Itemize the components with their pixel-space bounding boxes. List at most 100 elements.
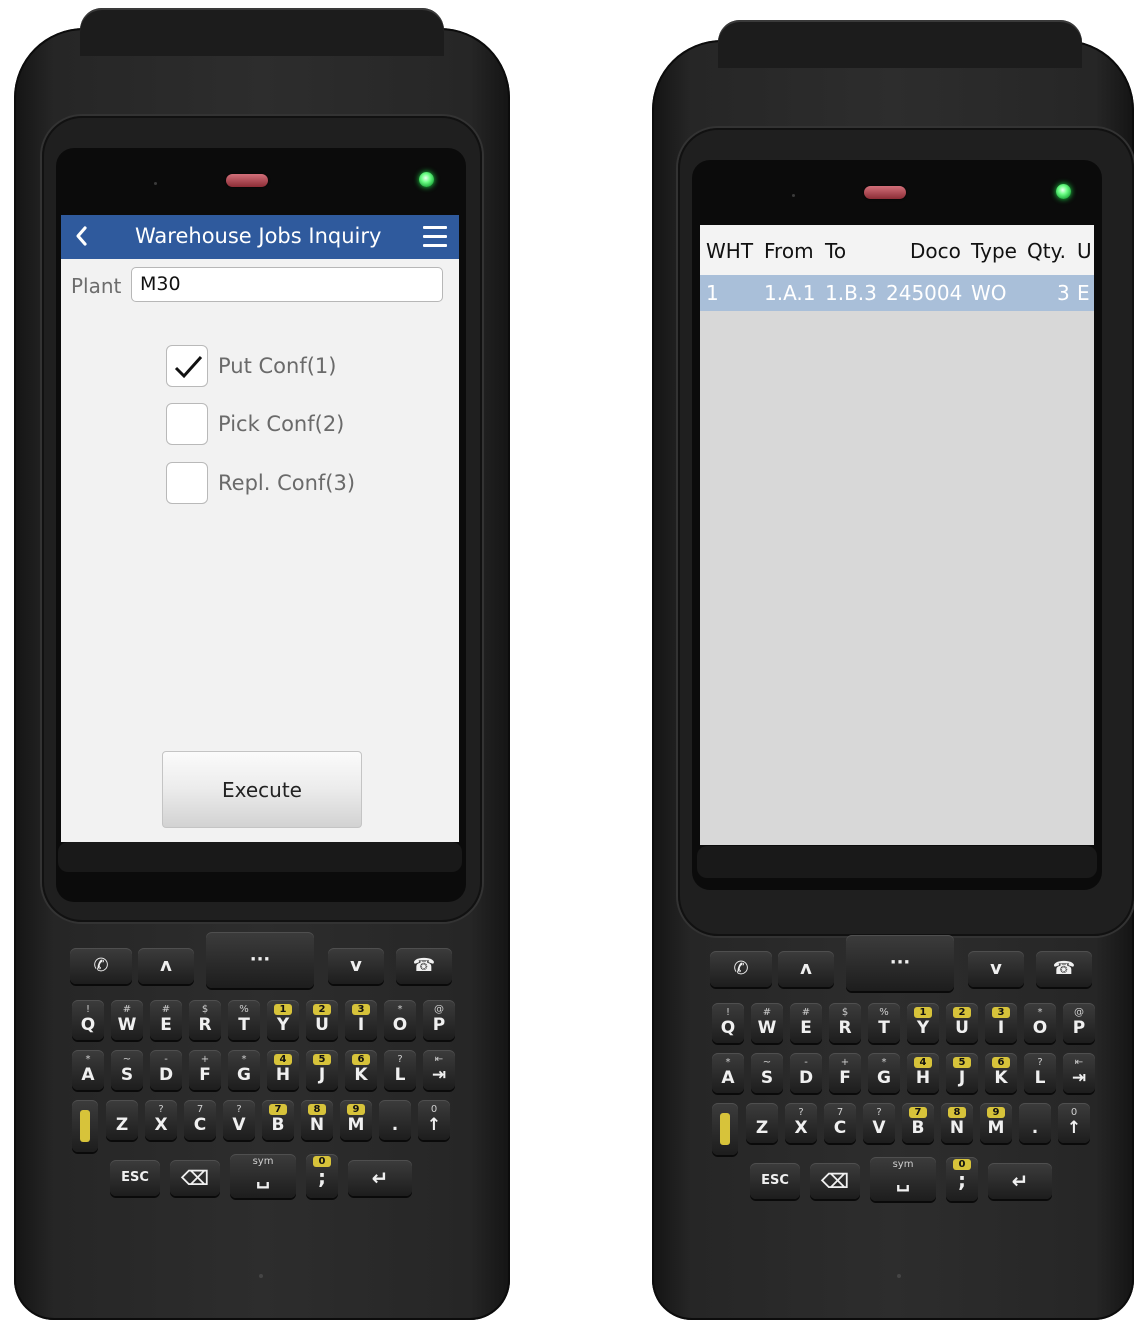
enter-key[interactable]: ↵ — [988, 1163, 1052, 1199]
key-l[interactable]: ? L — [384, 1050, 416, 1090]
back-icon[interactable] — [71, 222, 91, 250]
pick-conf-checkbox[interactable] — [166, 403, 208, 445]
key-g[interactable]: * G — [228, 1050, 260, 1090]
key-sym28[interactable]: 0 ↑ — [418, 1100, 450, 1140]
end-call-icon[interactable]: ☎ — [396, 948, 452, 984]
key-c[interactable]: 7C — [824, 1103, 856, 1143]
key-u[interactable]: 2U — [306, 1000, 338, 1040]
plant-input[interactable]: M30 — [131, 267, 443, 302]
key-n[interactable]: 8N — [941, 1103, 973, 1143]
right-down-icon[interactable]: v — [328, 948, 384, 984]
key-p[interactable]: @ P — [423, 1000, 455, 1040]
key-b[interactable]: 7B — [902, 1103, 934, 1143]
key-d[interactable]: -D — [790, 1053, 822, 1093]
center-nav-key[interactable]: ··· — [206, 932, 314, 988]
key-i[interactable]: 3I — [345, 1000, 377, 1040]
space-key[interactable]: sym ␣ — [870, 1157, 936, 1201]
key-q[interactable]: ! Q — [712, 1003, 744, 1043]
execute-button[interactable]: Execute — [162, 751, 362, 828]
column-header-wht[interactable]: WHT — [706, 239, 753, 263]
key-k[interactable]: 6K — [345, 1050, 377, 1090]
key-g[interactable]: * G — [868, 1053, 900, 1093]
column-header-doco[interactable]: Doco — [910, 239, 961, 263]
key-t[interactable]: % T — [228, 1000, 260, 1040]
backspace-key[interactable]: ⌫ — [810, 1163, 860, 1199]
key-h[interactable]: 4H — [907, 1053, 939, 1093]
column-header-from[interactable]: From — [764, 239, 814, 263]
key-r[interactable]: $ R — [189, 1000, 221, 1040]
right-down-icon[interactable]: v — [968, 951, 1024, 987]
esc-key[interactable]: ESC — [110, 1160, 160, 1196]
key-q[interactable]: ! Q — [72, 1000, 104, 1040]
key-k[interactable]: 6K — [985, 1053, 1017, 1093]
key-l[interactable]: ? L — [1024, 1053, 1056, 1093]
shift-key[interactable] — [72, 1100, 98, 1152]
key-o[interactable]: * O — [384, 1000, 416, 1040]
status-led — [419, 172, 434, 187]
key-y[interactable]: 1Y — [267, 1000, 299, 1040]
left-up-icon[interactable]: ʌ — [778, 951, 834, 987]
key-m[interactable]: 9M — [340, 1100, 372, 1140]
esc-key[interactable]: ESC — [750, 1163, 800, 1199]
column-header-uom[interactable]: U — [1077, 239, 1092, 263]
app-bar: Warehouse Jobs Inquiry — [61, 215, 459, 259]
key-sym27[interactable]: . — [1019, 1103, 1051, 1143]
key-z[interactable]: Z — [106, 1100, 138, 1140]
column-header-type[interactable]: Type — [971, 239, 1017, 263]
key-sym19[interactable]: ⇤ ⇥ — [423, 1050, 455, 1090]
key-p[interactable]: @ P — [1063, 1003, 1095, 1043]
semicolon-key[interactable]: 0; — [306, 1154, 338, 1198]
repl-conf-checkbox[interactable] — [166, 462, 208, 504]
key-z[interactable]: Z — [746, 1103, 778, 1143]
key-s[interactable]: ~ S — [751, 1053, 783, 1093]
key-j[interactable]: 5J — [946, 1053, 978, 1093]
hamburger-menu-icon[interactable] — [423, 226, 447, 248]
cell-uom: E — [1077, 281, 1090, 305]
column-header-qty[interactable]: Qty. — [1027, 239, 1066, 263]
key-x[interactable]: ? X — [785, 1103, 817, 1143]
key-sym28[interactable]: 0 ↑ — [1058, 1103, 1090, 1143]
key-v[interactable]: ? V — [863, 1103, 895, 1143]
key-w[interactable]: # W — [111, 1000, 143, 1040]
call-icon[interactable]: ✆ — [70, 948, 132, 984]
key-s[interactable]: ~ S — [111, 1050, 143, 1090]
key-n[interactable]: 8N — [301, 1100, 333, 1140]
semicolon-key[interactable]: 0; — [946, 1157, 978, 1201]
key-y[interactable]: 1Y — [907, 1003, 939, 1043]
column-header-to[interactable]: To — [825, 239, 846, 263]
table-row[interactable]: 1 1.A.1 1.B.3 245004 WO 3 E — [700, 275, 1094, 311]
put-conf-checkbox[interactable] — [166, 345, 208, 387]
call-icon[interactable]: ✆ — [710, 951, 772, 987]
space-key[interactable]: sym ␣ — [230, 1154, 296, 1198]
cell-doco: 245004 — [886, 281, 963, 305]
key-x[interactable]: ? X — [145, 1100, 177, 1140]
left-up-icon[interactable]: ʌ — [138, 948, 194, 984]
key-d[interactable]: -D — [150, 1050, 182, 1090]
key-m[interactable]: 9M — [980, 1103, 1012, 1143]
key-a[interactable]: * A — [72, 1050, 104, 1090]
backspace-key[interactable]: ⌫ — [170, 1160, 220, 1196]
key-b[interactable]: 7B — [262, 1100, 294, 1140]
key-j[interactable]: 5J — [306, 1050, 338, 1090]
key-a[interactable]: * A — [712, 1053, 744, 1093]
key-f[interactable]: + F — [829, 1053, 861, 1093]
key-t[interactable]: % T — [868, 1003, 900, 1043]
key-o[interactable]: * O — [1024, 1003, 1056, 1043]
key-c[interactable]: 7C — [184, 1100, 216, 1140]
key-i[interactable]: 3I — [985, 1003, 1017, 1043]
key-e[interactable]: # E — [150, 1000, 182, 1040]
end-call-icon[interactable]: ☎ — [1036, 951, 1092, 987]
key-f[interactable]: + F — [189, 1050, 221, 1090]
shift-key[interactable] — [712, 1103, 738, 1155]
key-sym27[interactable]: . — [379, 1100, 411, 1140]
key-u[interactable]: 2U — [946, 1003, 978, 1043]
key-h[interactable]: 4H — [267, 1050, 299, 1090]
center-nav-key[interactable]: ··· — [846, 935, 954, 991]
enter-key[interactable]: ↵ — [348, 1160, 412, 1196]
put-conf-label: Put Conf(1) — [218, 354, 337, 378]
key-sym19[interactable]: ⇤ ⇥ — [1063, 1053, 1095, 1093]
key-r[interactable]: $ R — [829, 1003, 861, 1043]
key-v[interactable]: ? V — [223, 1100, 255, 1140]
key-e[interactable]: # E — [790, 1003, 822, 1043]
key-w[interactable]: # W — [751, 1003, 783, 1043]
